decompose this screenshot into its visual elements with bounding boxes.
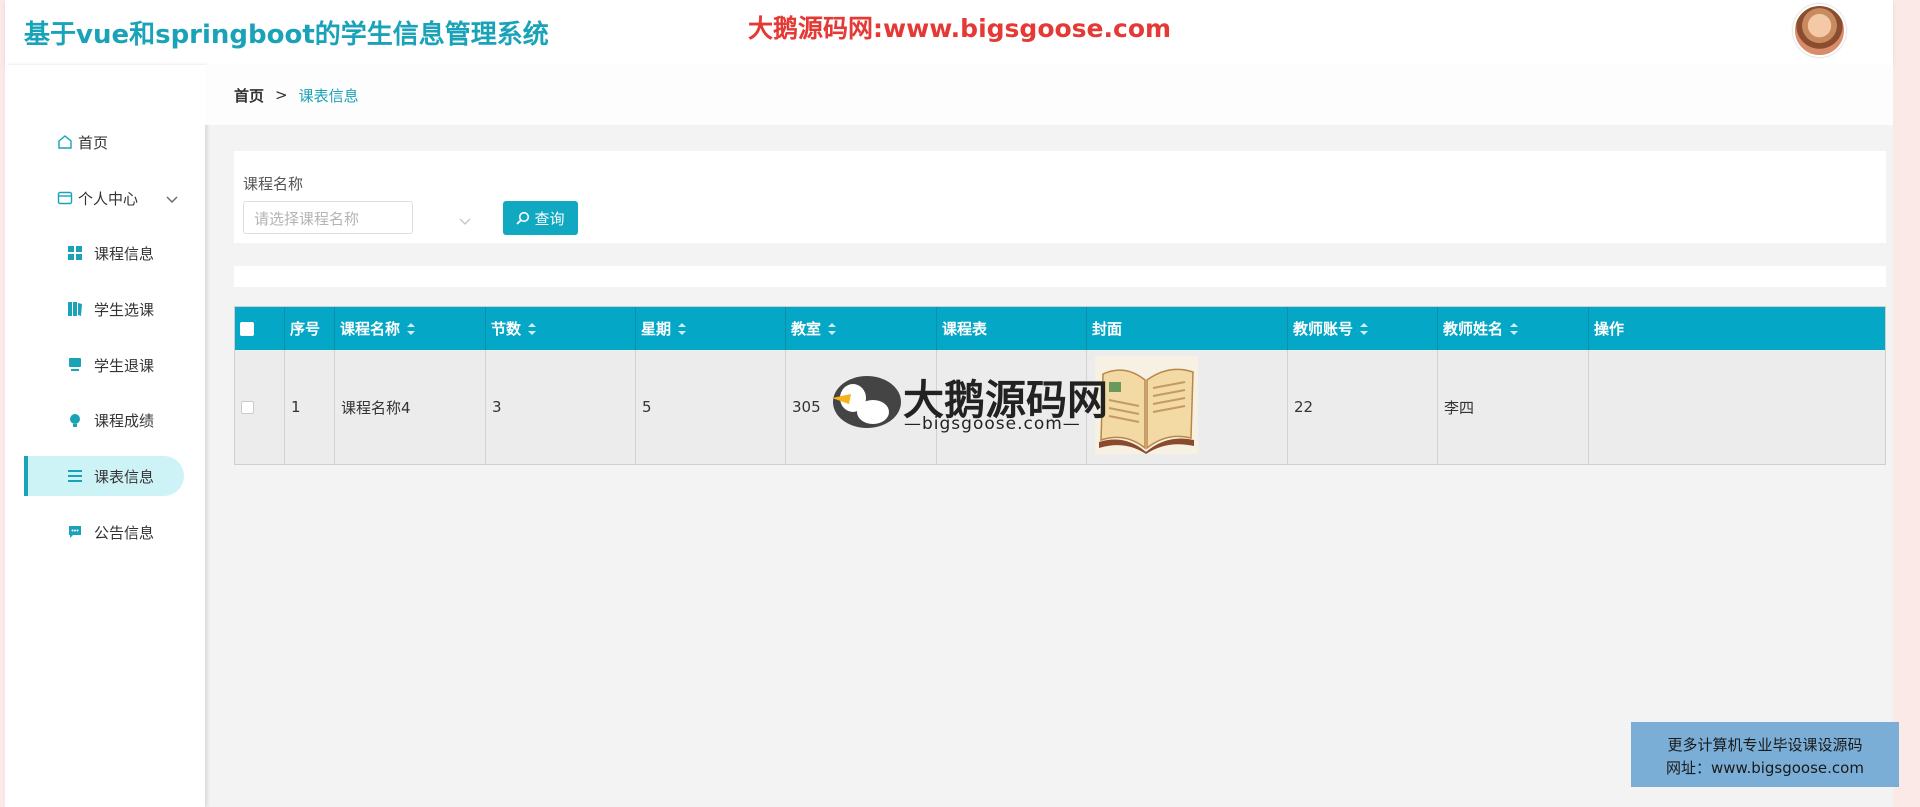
sidebar-item-course-grades[interactable]: 课程成绩 [5,400,205,440]
sidebar-item-course-select[interactable]: 学生选课 [5,289,205,329]
cell-weekday: 5 [636,350,786,464]
cell-index: 1 [285,350,335,464]
sidebar-item-label: 首页 [78,133,109,152]
search-label: 课程名称 [243,175,304,193]
sidebar-item-course-drop[interactable]: 学生退课 [5,345,205,385]
cell-sections: 3 [486,350,636,464]
column-label: 教师姓名 [1443,320,1504,338]
sidebar-item-personal-center[interactable]: 个人中心 [5,178,205,218]
chevron-down-icon [165,191,179,209]
column-label: 序号 [290,320,321,338]
breadcrumb-current: 课表信息 [298,86,359,105]
watermark-top: 大鹅源码网:www.bigsgoose.com [748,14,1172,43]
row-select-cell [235,350,285,464]
column-label: 节数 [491,320,522,338]
column-label: 封面 [1092,320,1123,338]
cell-teacher-account: 22 [1288,350,1438,464]
sidebar-item-course-info[interactable]: 课程信息 [5,233,205,273]
list-icon [66,467,84,485]
sidebar: 首页 个人中心 课程信息 学生选课 学生退课 课程成绩 课表信息 公告信息 [5,65,205,807]
sort-icon[interactable] [827,322,837,335]
table-header: 序号 课程名称 节数 星期 教室 课程表 封面 教师账号 教师姓名 操作 [235,307,1885,350]
sidebar-item-label: 学生选课 [94,300,155,319]
column-label: 教师账号 [1293,320,1354,338]
column-header-actions: 操作 [1589,307,1885,350]
select-all-checkbox[interactable] [240,321,254,336]
column-label: 操作 [1594,320,1625,338]
cell-teacher-name: 李四 [1438,350,1589,464]
sidebar-item-label: 学生退课 [94,356,155,375]
promo-line-2: 网址：www.bigsgoose.com [1666,759,1864,777]
column-header-weekday[interactable]: 星期 [636,307,786,350]
sidebar-item-schedule-info[interactable]: 课表信息 [24,456,184,496]
monitor-icon [66,356,84,374]
goose-logo-icon [829,372,905,434]
cell-course-name: 课程名称4 [335,350,486,464]
app-frame: 基于vue和springboot的学生信息管理系统 大鹅源码网:www.bigs… [5,0,1899,807]
column-header-sections[interactable]: 节数 [486,307,636,350]
sidebar-item-notice-info[interactable]: 公告信息 [5,512,205,552]
course-name-select[interactable]: 请选择课程名称 [243,201,413,234]
search-panel: 课程名称 请选择课程名称 查询 [234,151,1886,243]
column-label: 教室 [791,320,822,338]
message-icon [66,523,84,541]
column-header-classroom[interactable]: 教室 [786,307,937,350]
sidebar-item-label: 课表信息 [94,467,155,486]
sidebar-item-home[interactable]: 首页 [5,122,205,162]
user-center-icon [56,189,74,207]
grid-icon [66,244,84,262]
column-header-course-name[interactable]: 课程名称 [335,307,486,350]
sort-icon[interactable] [406,322,416,335]
column-header-teacher-name[interactable]: 教师姓名 [1438,307,1589,350]
column-header-teacher-account[interactable]: 教师账号 [1288,307,1438,350]
sort-icon[interactable] [1359,322,1369,335]
column-label: 课程名称 [340,320,401,338]
cell-actions [1589,350,1885,464]
avatar[interactable] [1793,4,1846,57]
bulb-icon [66,411,84,429]
column-header-index: 序号 [285,307,335,350]
cover-image [1095,356,1198,454]
sort-icon[interactable] [1509,322,1519,335]
promo-box[interactable]: 更多计算机专业毕设课设源码 网址：www.bigsgoose.com [1631,722,1899,787]
sort-icon[interactable] [677,322,687,335]
watermark-center-sub: —bigsgoose.com— [904,414,1081,434]
breadcrumb: 首页 > 课表信息 [205,65,1893,125]
app-title: 基于vue和springboot的学生信息管理系统 [24,20,549,50]
search-icon [516,211,530,225]
home-icon [56,133,74,151]
row-checkbox[interactable] [241,400,254,414]
column-label: 课程表 [942,320,988,338]
sidebar-item-label: 公告信息 [94,523,155,542]
sidebar-item-label: 课程信息 [94,244,155,263]
top-header: 基于vue和springboot的学生信息管理系统 大鹅源码网:www.bigs… [5,0,1893,65]
search-button-label: 查询 [534,209,565,228]
sidebar-item-label: 课程成绩 [94,411,155,430]
sort-icon[interactable] [527,322,537,335]
search-button[interactable]: 查询 [503,201,578,235]
breadcrumb-separator: > [275,86,288,104]
select-all-cell [235,307,285,350]
toolbar-bar [234,266,1886,287]
promo-line-1: 更多计算机专业毕设课设源码 [1667,736,1863,754]
sidebar-item-label: 个人中心 [78,189,139,208]
column-header-cover: 封面 [1087,307,1288,350]
chevron-down-icon[interactable] [459,211,471,230]
book-icon [66,300,84,318]
column-label: 星期 [641,320,672,338]
breadcrumb-home[interactable]: 首页 [234,85,264,106]
column-header-schedule: 课程表 [937,307,1087,350]
